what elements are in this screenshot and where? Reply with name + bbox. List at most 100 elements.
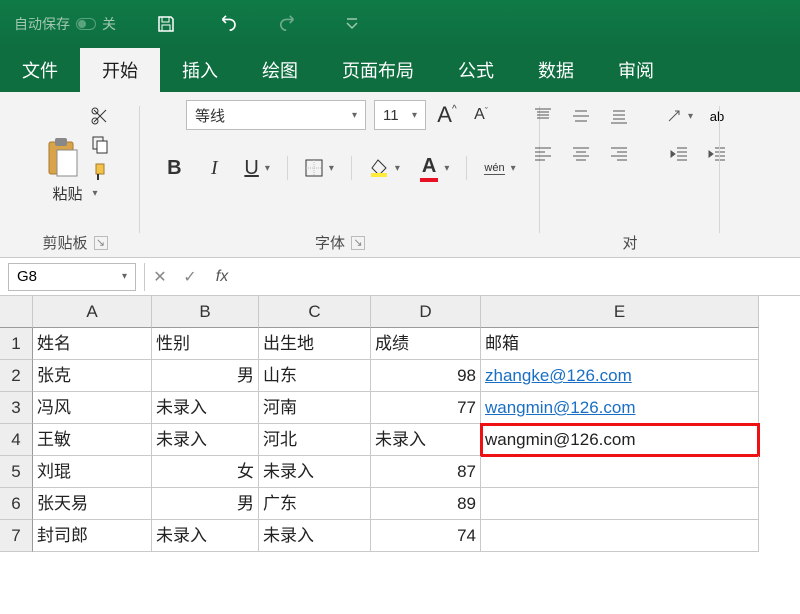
- autosave-toggle[interactable]: 自动保存 关: [14, 14, 116, 34]
- row-header[interactable]: 4: [0, 424, 33, 456]
- cell[interactable]: 男: [152, 488, 259, 520]
- cell[interactable]: [481, 456, 759, 488]
- phonetic-button[interactable]: wén▾: [481, 154, 518, 182]
- paste-split-button[interactable]: [39, 100, 83, 178]
- cell[interactable]: 87: [371, 456, 481, 488]
- col-header-D[interactable]: D: [371, 296, 481, 328]
- cell[interactable]: 河北: [259, 424, 371, 456]
- row-header[interactable]: 6: [0, 488, 33, 520]
- cut-button[interactable]: [89, 106, 111, 126]
- insert-function-button[interactable]: fx: [205, 263, 235, 291]
- row-header[interactable]: 3: [0, 392, 33, 424]
- cell[interactable]: 封司郎: [33, 520, 152, 552]
- col-header-B[interactable]: B: [152, 296, 259, 328]
- cell[interactable]: 冯风: [33, 392, 152, 424]
- grow-font-button[interactable]: A^: [434, 101, 460, 129]
- cancel-formula-button[interactable]: ✕: [145, 263, 175, 291]
- align-right-button[interactable]: [605, 142, 633, 166]
- cell[interactable]: 性别: [152, 328, 259, 360]
- align-left-button[interactable]: [529, 142, 557, 166]
- customize-qat-button[interactable]: [340, 12, 364, 36]
- row-header[interactable]: 1: [0, 328, 33, 360]
- font-color-icon: A: [420, 155, 438, 182]
- cell[interactable]: 张克: [33, 360, 152, 392]
- dialog-launcher-clipboard[interactable]: ↘: [94, 236, 108, 250]
- tab-data[interactable]: 数据: [516, 48, 596, 92]
- cell[interactable]: 广东: [259, 488, 371, 520]
- shrink-font-button[interactable]: Aˇ: [468, 101, 494, 129]
- col-header-A[interactable]: A: [33, 296, 152, 328]
- chevron-down-icon: ▾: [329, 163, 334, 174]
- tab-page-layout[interactable]: 页面布局: [320, 48, 436, 92]
- cell[interactable]: 未录入: [259, 456, 371, 488]
- tab-review[interactable]: 审阅: [596, 48, 676, 92]
- font-name-select[interactable]: 等线 ▾: [186, 100, 366, 130]
- select-all-corner[interactable]: [0, 296, 33, 328]
- tab-insert[interactable]: 插入: [160, 48, 240, 92]
- increase-indent-button[interactable]: [703, 142, 731, 166]
- borders-button[interactable]: ▾: [302, 154, 337, 182]
- font-color-button[interactable]: A▾: [417, 154, 452, 182]
- cell[interactable]: 未录入: [152, 520, 259, 552]
- cell[interactable]: [481, 520, 759, 552]
- cell[interactable]: 未录入: [259, 520, 371, 552]
- save-button[interactable]: [154, 12, 178, 36]
- align-top-button[interactable]: [529, 104, 557, 128]
- name-box[interactable]: G8 ▾: [8, 263, 136, 291]
- cell[interactable]: zhangke@126.com: [481, 360, 759, 392]
- align-middle-button[interactable]: [567, 104, 595, 128]
- row-header[interactable]: 7: [0, 520, 33, 552]
- cell[interactable]: 成绩: [371, 328, 481, 360]
- cell[interactable]: 出生地: [259, 328, 371, 360]
- cell[interactable]: 张天易: [33, 488, 152, 520]
- cell[interactable]: 89: [371, 488, 481, 520]
- spreadsheet-grid[interactable]: A B C D E 1姓名性别出生地成绩邮箱2张克男山东98zhangke@12…: [0, 296, 800, 552]
- col-header-C[interactable]: C: [259, 296, 371, 328]
- cell[interactable]: 王敏: [33, 424, 152, 456]
- col-header-E[interactable]: E: [481, 296, 759, 328]
- bold-button[interactable]: B: [161, 154, 187, 182]
- dialog-launcher-font[interactable]: ↘: [351, 236, 365, 250]
- cell[interactable]: 未录入: [152, 392, 259, 424]
- underline-icon: U: [244, 157, 258, 180]
- paste-button[interactable]: 粘贴 ▾: [45, 178, 104, 209]
- email-link[interactable]: wangmin@126.com: [485, 398, 636, 417]
- wrap-text-button[interactable]: ab: [703, 104, 731, 128]
- redo-button[interactable]: [278, 12, 302, 36]
- tab-file[interactable]: 文件: [0, 48, 80, 92]
- underline-button[interactable]: U▾: [241, 154, 272, 182]
- check-icon: ✓: [183, 267, 196, 287]
- cell[interactable]: 刘琨: [33, 456, 152, 488]
- formula-input[interactable]: [235, 263, 800, 291]
- cell[interactable]: 77: [371, 392, 481, 424]
- cell[interactable]: 未录入: [371, 424, 481, 456]
- email-link[interactable]: zhangke@126.com: [485, 366, 632, 385]
- cell[interactable]: 98: [371, 360, 481, 392]
- undo-button[interactable]: [216, 12, 240, 36]
- tab-formulas[interactable]: 公式: [436, 48, 516, 92]
- tab-home[interactable]: 开始: [80, 48, 160, 92]
- copy-button[interactable]: [89, 134, 111, 154]
- italic-button[interactable]: I: [201, 154, 227, 182]
- orientation-button[interactable]: ▾: [665, 104, 693, 128]
- cell[interactable]: 河南: [259, 392, 371, 424]
- cell[interactable]: wangmin@126.com: [481, 424, 759, 456]
- font-size-select[interactable]: 11 ▾: [374, 100, 426, 130]
- accept-formula-button[interactable]: ✓: [175, 263, 205, 291]
- cell[interactable]: wangmin@126.com: [481, 392, 759, 424]
- decrease-indent-button[interactable]: [665, 142, 693, 166]
- cell[interactable]: 邮箱: [481, 328, 759, 360]
- cell[interactable]: 男: [152, 360, 259, 392]
- cell[interactable]: 姓名: [33, 328, 152, 360]
- align-bottom-button[interactable]: [605, 104, 633, 128]
- row-header[interactable]: 2: [0, 360, 33, 392]
- cell[interactable]: 山东: [259, 360, 371, 392]
- cell[interactable]: 74: [371, 520, 481, 552]
- fill-color-button[interactable]: ▾: [366, 154, 403, 182]
- cell[interactable]: 女: [152, 456, 259, 488]
- tab-draw[interactable]: 绘图: [240, 48, 320, 92]
- cell[interactable]: [481, 488, 759, 520]
- align-center-button[interactable]: [567, 142, 595, 166]
- cell[interactable]: 未录入: [152, 424, 259, 456]
- row-header[interactable]: 5: [0, 456, 33, 488]
